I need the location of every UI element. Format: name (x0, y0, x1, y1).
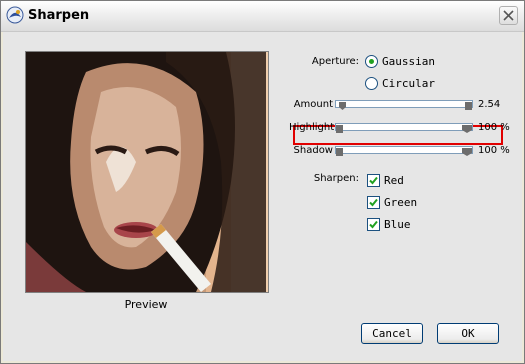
cancel-button[interactable]: Cancel (361, 323, 423, 344)
checkbox-blue[interactable] (367, 218, 380, 231)
aperture-label: Aperture: (311, 56, 359, 67)
shadow-slider[interactable] (335, 146, 473, 156)
close-icon (503, 10, 514, 21)
dialog-body: Preview Aperture: Gaussian Circular Amou… (3, 32, 522, 361)
red-label[interactable]: Red (384, 174, 404, 187)
slider-start-icon (336, 123, 343, 133)
amount-value: 2.54 (478, 99, 501, 110)
green-label[interactable]: Green (384, 196, 417, 209)
preview-image (25, 51, 269, 293)
radio-gaussian[interactable] (365, 55, 378, 68)
ok-button[interactable]: OK (437, 323, 499, 344)
checkbox-green[interactable] (367, 196, 380, 209)
slider-start-icon (336, 146, 343, 156)
slider-thumb-icon[interactable] (339, 100, 346, 110)
slider-thumb-icon[interactable] (462, 123, 472, 133)
checkmark-icon (369, 176, 378, 185)
highlight-label: Highlight (289, 122, 335, 133)
radio-circular[interactable] (365, 77, 378, 90)
shadow-value: 100 % (478, 145, 510, 156)
sharpen-dialog: Sharpen Preview Aperture: Gaussian Circu… (0, 0, 525, 364)
highlight-value: 100 % (478, 122, 510, 133)
blue-label[interactable]: Blue (384, 218, 411, 231)
preview-label: Preview (124, 298, 168, 311)
highlight-slider[interactable] (335, 123, 473, 133)
gaussian-label[interactable]: Gaussian (382, 55, 435, 68)
circular-label[interactable]: Circular (382, 77, 435, 90)
slider-end-icon (465, 100, 472, 110)
slider-thumb-icon[interactable] (462, 146, 472, 156)
sharpen-label: Sharpen: (313, 173, 359, 184)
checkmark-icon (369, 220, 378, 229)
app-logo-icon (6, 6, 24, 24)
checkbox-red[interactable] (367, 174, 380, 187)
shadow-label: Shadow (293, 145, 333, 156)
amount-slider[interactable] (335, 100, 473, 110)
title-bar: Sharpen (1, 1, 524, 32)
checkmark-icon (369, 198, 378, 207)
amount-label: Amount (293, 99, 333, 110)
window-title: Sharpen (28, 8, 90, 23)
radio-selected-dot (369, 59, 374, 64)
close-button[interactable] (499, 6, 518, 25)
